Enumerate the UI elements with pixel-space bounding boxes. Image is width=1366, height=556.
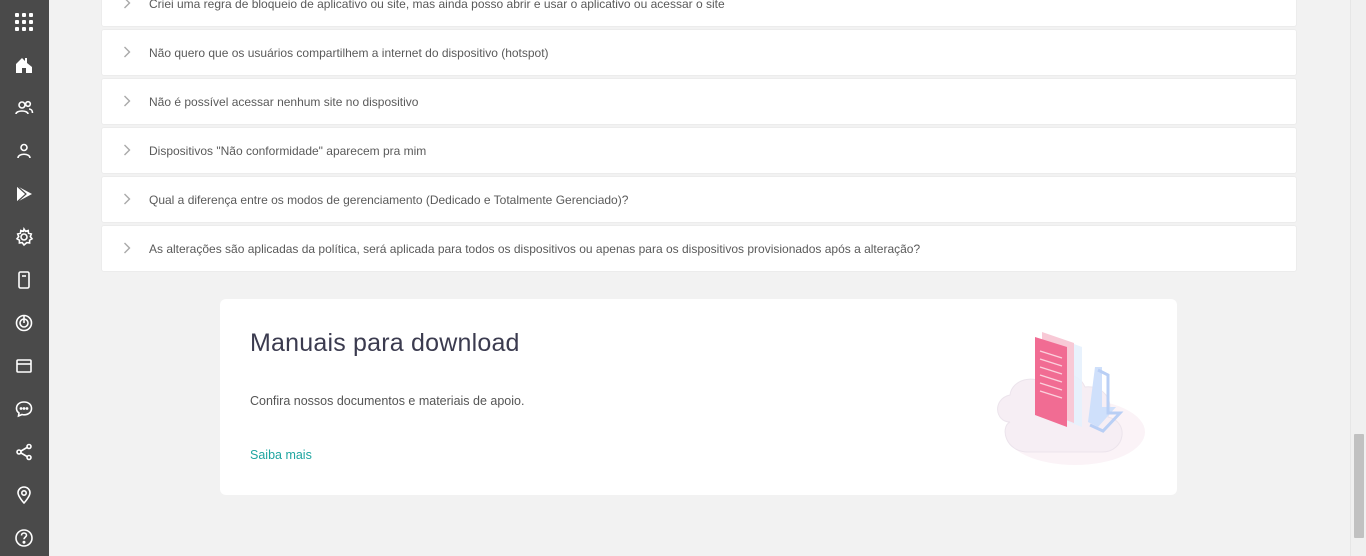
settings-gear-icon[interactable] xyxy=(12,225,36,249)
chevron-right-icon xyxy=(120,93,134,109)
faq-question: Dispositivos "Não conformidade" aparecem… xyxy=(149,143,427,158)
share-icon[interactable] xyxy=(12,440,36,464)
sidebar xyxy=(0,0,49,556)
users-group-icon[interactable] xyxy=(12,96,36,120)
cloud-download-illustration xyxy=(990,327,1150,467)
faq-item[interactable]: As alterações são aplicadas da política,… xyxy=(101,225,1297,272)
faq-item[interactable]: Qual a diferença entre os modos de geren… xyxy=(101,176,1297,223)
help-icon[interactable] xyxy=(12,526,36,550)
chevron-right-icon xyxy=(120,142,134,158)
faq-question: Não é possível acessar nenhum site no di… xyxy=(149,94,419,109)
downloads-card: Manuais para download Confira nossos doc… xyxy=(220,299,1177,495)
browser-window-icon[interactable] xyxy=(12,354,36,378)
location-pin-icon[interactable] xyxy=(12,483,36,507)
play-store-icon[interactable] xyxy=(12,182,36,206)
device-icon[interactable] xyxy=(12,268,36,292)
faq-item[interactable]: Dispositivos "Não conformidade" aparecem… xyxy=(101,127,1297,174)
chevron-right-icon xyxy=(120,240,134,256)
faq-item[interactable]: Não quero que os usuários compartilhem a… xyxy=(101,29,1297,76)
chevron-right-icon xyxy=(120,44,134,60)
vertical-scrollbar[interactable] xyxy=(1350,0,1366,556)
chevron-right-icon xyxy=(120,0,134,11)
chat-icon[interactable] xyxy=(12,397,36,421)
apps-grid-icon[interactable] xyxy=(12,10,36,34)
faq-question: Não quero que os usuários compartilhem a… xyxy=(149,45,549,60)
downloads-description: Confira nossos documentos e materiais de… xyxy=(250,394,525,408)
downloads-title: Manuais para download xyxy=(250,329,520,357)
faq-question: Criei uma regra de bloqueio de aplicativ… xyxy=(149,0,725,11)
faq-list: Criei uma regra de bloqueio de aplicativ… xyxy=(101,0,1297,274)
chevron-right-icon xyxy=(120,191,134,207)
home-icon[interactable] xyxy=(12,53,36,77)
faq-item[interactable]: Não é possível acessar nenhum site no di… xyxy=(101,78,1297,125)
faq-question: Qual a diferença entre os modos de geren… xyxy=(149,192,629,207)
scrollbar-thumb[interactable] xyxy=(1354,434,1364,538)
main-content: Criei uma regra de bloqueio de aplicativ… xyxy=(49,0,1350,556)
target-icon[interactable] xyxy=(12,311,36,335)
faq-item[interactable]: Criei uma regra de bloqueio de aplicativ… xyxy=(101,0,1297,27)
user-icon[interactable] xyxy=(12,139,36,163)
faq-question: As alterações são aplicadas da política,… xyxy=(149,241,921,256)
saiba-mais-link[interactable]: Saiba mais xyxy=(250,448,312,462)
